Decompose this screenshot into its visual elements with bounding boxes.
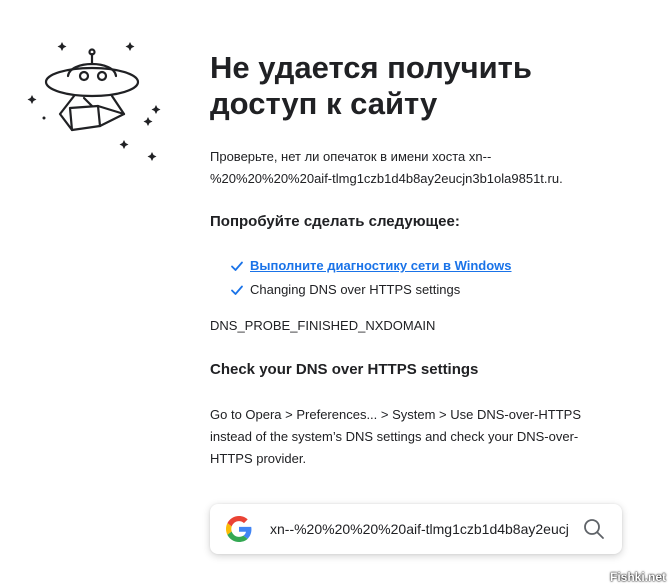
- check-icon: [231, 261, 243, 271]
- dns-heading: Check your DNS over HTTPS settings: [210, 361, 479, 378]
- host-check-prefix: Проверьте, нет ли опечаток в имени хоста…: [210, 149, 492, 164]
- try-heading: Попробуйте сделать следующее:: [210, 213, 460, 230]
- page-title: Не удается получить доступ к сайту: [210, 50, 532, 121]
- host-check-text: Проверьте, нет ли опечаток в имени хоста…: [210, 146, 650, 190]
- search-icon[interactable]: [582, 517, 606, 541]
- watermark: Fishki.net: [609, 570, 666, 584]
- host-name: %20%20%20%20aif-tlmg1czb1d4b8ay2eucjn3b1…: [210, 171, 563, 186]
- dns-instructions: Go to Opera > Preferences... > System > …: [210, 407, 581, 466]
- search-box[interactable]: xn--%20%20%20%20aif-tlmg1czb1d4b8ay2eucj…: [210, 504, 622, 554]
- check-icon: [231, 285, 243, 295]
- dns-settings-text: Changing DNS over HTTPS settings: [250, 282, 461, 297]
- suggestion-dns-settings: Changing DNS over HTTPS settings: [230, 278, 650, 302]
- error-code: DNS_PROBE_FINISHED_NXDOMAIN: [210, 318, 436, 333]
- error-content: Не удается получить доступ к сайту Прове…: [210, 50, 650, 470]
- ufo-icon: [27, 42, 161, 161]
- ufo-illustration: [24, 36, 164, 166]
- search-input[interactable]: xn--%20%20%20%20aif-tlmg1czb1d4b8ay2eucj…: [270, 521, 568, 537]
- suggestions-list: Выполните диагностику сети в Windows Cha…: [230, 254, 650, 302]
- google-icon: [226, 516, 252, 542]
- suggestion-network-diagnostics: Выполните диагностику сети в Windows: [230, 254, 650, 278]
- network-diagnostics-link[interactable]: Выполните диагностику сети в Windows: [250, 254, 512, 278]
